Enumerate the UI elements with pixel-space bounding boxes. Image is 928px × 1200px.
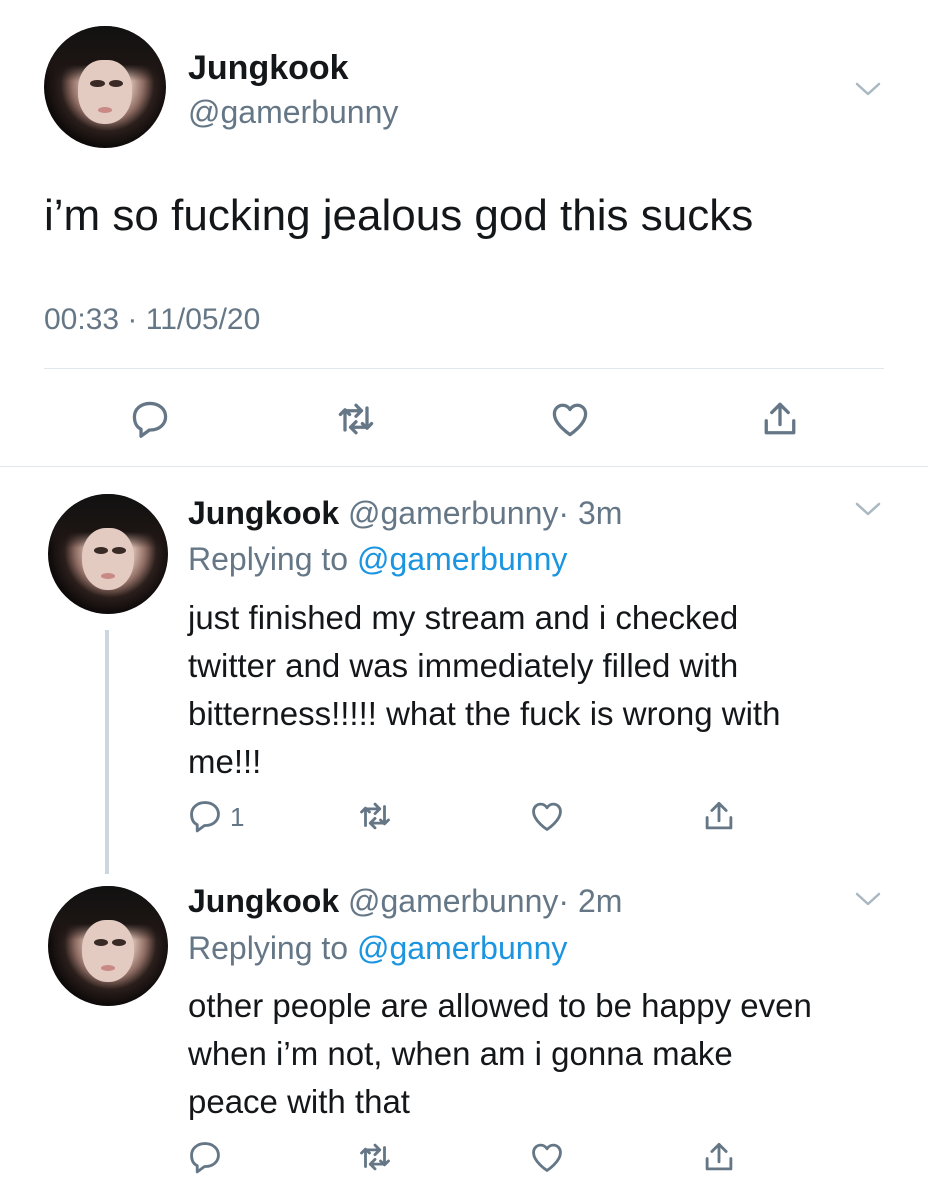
reply-header: Jungkook @gamerbunny· 2m (188, 882, 622, 920)
reply-header: Jungkook @gamerbunny· 3m (188, 494, 622, 532)
reply-text: just finished my stream and i checked tw… (188, 599, 781, 780)
author-handle[interactable]: @gamerbunny (188, 93, 398, 131)
divider (44, 368, 884, 369)
like-icon[interactable] (528, 797, 566, 835)
avatar[interactable] (44, 26, 166, 148)
thread-line (105, 630, 109, 874)
mention-link[interactable]: @gamerbunny (357, 541, 567, 577)
retweet-icon[interactable] (356, 1138, 394, 1176)
avatar[interactable] (48, 494, 168, 614)
share-icon[interactable] (700, 797, 738, 835)
author-name[interactable]: Jungkook (188, 883, 339, 919)
reply-time: · 3m (558, 495, 623, 531)
retweet-icon[interactable] (356, 797, 394, 835)
divider (0, 466, 928, 467)
chevron-down-icon[interactable] (854, 890, 882, 913)
reply-icon[interactable] (186, 797, 224, 835)
avatar[interactable] (48, 886, 168, 1006)
author-name[interactable]: Jungkook (188, 495, 339, 531)
author-name[interactable]: Jungkook (188, 48, 349, 88)
author-handle[interactable]: @gamerbunny (348, 495, 558, 531)
retweet-icon[interactable] (334, 397, 378, 441)
share-icon[interactable] (700, 1138, 738, 1176)
reply-count: 1 (230, 802, 245, 832)
reply-icon[interactable] (186, 1138, 224, 1176)
share-icon[interactable] (758, 397, 802, 441)
reply-time: · 2m (558, 883, 623, 919)
author-handle[interactable]: @gamerbunny (348, 883, 558, 919)
tweet-text: i’m so fucking jealous god this sucks (44, 191, 754, 240)
like-icon[interactable] (528, 1138, 566, 1176)
chevron-down-icon[interactable] (854, 500, 882, 523)
reply-icon[interactable] (128, 397, 172, 441)
mention-link[interactable]: @gamerbunny (357, 930, 567, 966)
tweet-timestamp: 00:33 · 11/05/20 (44, 303, 261, 336)
replying-to: Replying to @gamerbunny (188, 541, 568, 577)
reply-text: other people are allowed to be happy eve… (188, 987, 812, 1120)
replying-to: Replying to @gamerbunny (188, 930, 568, 966)
like-icon[interactable] (548, 397, 592, 441)
chevron-down-icon[interactable] (854, 80, 882, 103)
